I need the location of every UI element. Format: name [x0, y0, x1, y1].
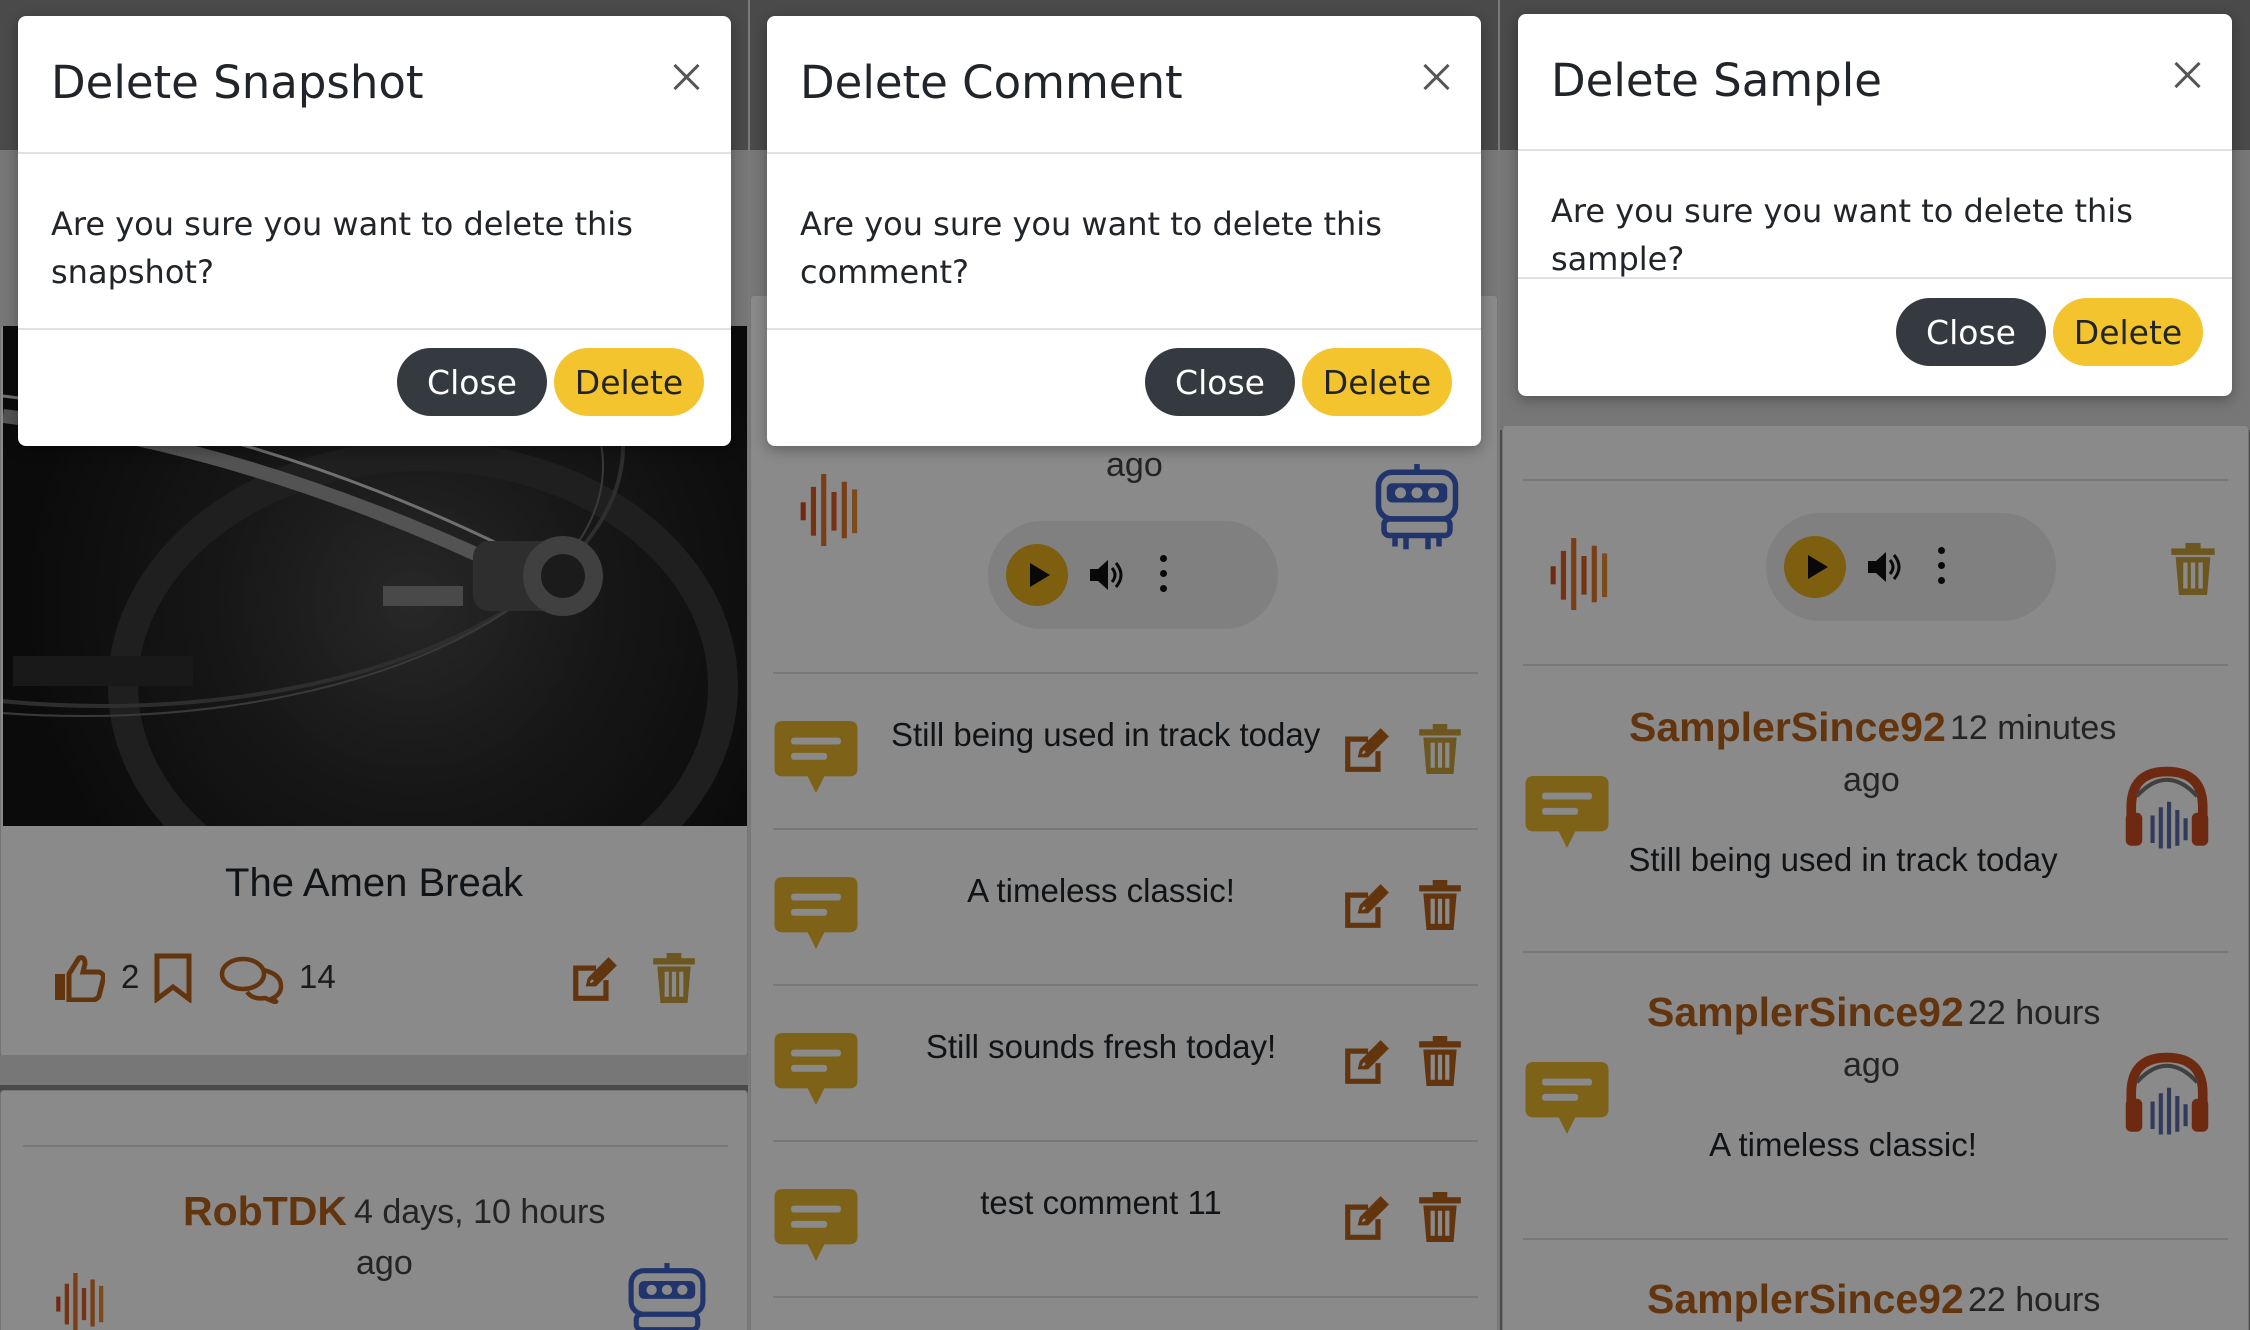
close-icon[interactable]: [1419, 60, 1453, 94]
more-options-icon[interactable]: [1160, 555, 1168, 595]
waveform-icon: [1549, 538, 1619, 610]
divider: [1523, 951, 2228, 953]
delete-button[interactable]: Delete: [554, 348, 704, 416]
comment-text: test comment 11: [980, 1184, 1222, 1221]
comment-count: 14: [299, 958, 336, 995]
delete-button[interactable]: Delete: [2053, 298, 2203, 366]
edit-icon[interactable]: [1341, 880, 1391, 930]
divider: [773, 1296, 1478, 1298]
edit-icon[interactable]: [569, 953, 619, 1003]
comment-bubble-icon: [774, 1033, 858, 1105]
sample-panel: SamplerSince92 12 minutes ago Still bein…: [1500, 0, 2250, 1330]
thumbs-up-icon[interactable]: [53, 954, 105, 1002]
comment-username[interactable]: SamplerSince92: [1647, 1276, 1964, 1323]
comment-time: 12 minutes: [1950, 709, 2117, 747]
headphones-avatar-icon[interactable]: [2123, 766, 2211, 854]
divider: [1523, 664, 2228, 666]
delete-comment-modal: Delete Comment Are you sure you want to …: [767, 16, 1481, 446]
modal-title: Delete Comment: [800, 56, 1183, 109]
modal-header: Delete Comment: [767, 16, 1481, 154]
sample-time-suffix: ago: [356, 1244, 413, 1282]
robot-avatar-icon[interactable]: [621, 1263, 713, 1330]
modal-header: Delete Sample: [1518, 14, 2232, 151]
close-button[interactable]: Close: [1145, 348, 1295, 416]
divider: [773, 984, 1478, 986]
comment-time: 22 hours: [1968, 1281, 2101, 1319]
sample-detail-card: ago Still being used in track today A ti…: [750, 295, 1498, 1330]
close-icon[interactable]: [2170, 58, 2204, 92]
modal-header: Delete Snapshot: [18, 16, 731, 154]
divider: [1523, 479, 2228, 481]
trash-icon[interactable]: [2171, 543, 2215, 595]
comment-username[interactable]: SamplerSince92: [1647, 989, 1964, 1036]
modal-message: Are you sure you want to delete this sam…: [1551, 192, 2133, 278]
snapshot-panel: The Amen Break 2 14 RobTDK 4 days, 10 ho…: [0, 0, 748, 1330]
comment-username[interactable]: SamplerSince92: [1629, 704, 1946, 751]
divider: [773, 1140, 1478, 1142]
trash-icon[interactable]: [1419, 1036, 1461, 1086]
comment-bubble-icon: [1525, 776, 1609, 848]
comment-bubble-icon: [774, 877, 858, 949]
comment-text: Still being used in track today: [1628, 841, 2058, 878]
sample-time-suffix: ago: [1106, 446, 1163, 484]
bookmark-icon[interactable]: [153, 953, 193, 1003]
close-icon[interactable]: [669, 60, 703, 94]
play-button[interactable]: [1784, 536, 1846, 598]
delete-snapshot-modal: Delete Snapshot Are you sure you want to…: [18, 16, 731, 446]
modal-body: Are you sure you want to delete this com…: [767, 152, 1481, 330]
edit-icon[interactable]: [1341, 1036, 1391, 1086]
divider: [773, 828, 1478, 830]
comment-panel: ago Still being used in track today A ti…: [750, 0, 1498, 1330]
delete-button[interactable]: Delete: [1302, 348, 1452, 416]
modal-message: Are you sure you want to delete this com…: [800, 205, 1382, 291]
trash-icon[interactable]: [1419, 1192, 1461, 1242]
comment-text: A timeless classic!: [1709, 1126, 1977, 1163]
edit-icon[interactable]: [1341, 1192, 1391, 1242]
comment-bubble-icon: [774, 721, 858, 793]
sample-time: 4 days, 10 hours: [354, 1193, 606, 1231]
sample-username[interactable]: RobTDK: [183, 1188, 347, 1235]
robot-avatar-icon[interactable]: [1371, 464, 1463, 552]
audio-player: [988, 521, 1278, 629]
comments-icon[interactable]: [219, 956, 285, 1004]
waveform-icon: [799, 474, 869, 546]
comment-text: Still being used in track today: [891, 716, 1321, 753]
more-options-icon[interactable]: [1938, 547, 1946, 587]
comment-text: A timeless classic!: [967, 872, 1235, 909]
volume-icon[interactable]: [1088, 557, 1124, 593]
divider: [23, 1145, 728, 1147]
divider: [773, 672, 1478, 674]
like-count: 2: [121, 958, 140, 995]
comment-time-suffix: ago: [1843, 761, 1900, 799]
modal-title: Delete Snapshot: [51, 56, 424, 109]
modal-body: Are you sure you want to delete this sam…: [1518, 149, 2232, 279]
modal-message: Are you sure you want to delete this sna…: [51, 205, 633, 291]
play-button[interactable]: [1006, 544, 1068, 606]
waveform-icon: [49, 1273, 119, 1330]
trash-icon[interactable]: [1419, 880, 1461, 930]
trash-icon[interactable]: [653, 953, 695, 1003]
trash-icon[interactable]: [1419, 724, 1461, 774]
card-separator: [0, 1055, 748, 1085]
comment-text: Still sounds fresh today!: [925, 1028, 1277, 1065]
divider: [1523, 1238, 2228, 1240]
audio-player: [1766, 513, 2056, 621]
modal-title: Delete Sample: [1551, 54, 1882, 107]
sample-card: RobTDK 4 days, 10 hours ago: [0, 1090, 748, 1330]
close-button[interactable]: Close: [397, 348, 547, 416]
comment-bubble-icon: [774, 1189, 858, 1261]
comment-bubble-icon: [1525, 1062, 1609, 1134]
edit-icon[interactable]: [1341, 724, 1391, 774]
sample-detail-card: SamplerSince92 12 minutes ago Still bein…: [1502, 425, 2249, 1330]
delete-sample-modal: Delete Sample Are you sure you want to d…: [1518, 14, 2232, 396]
volume-icon[interactable]: [1866, 549, 1902, 585]
close-button[interactable]: Close: [1896, 298, 2046, 366]
comment-time: 22 hours: [1968, 994, 2101, 1032]
modal-body: Are you sure you want to delete this sna…: [18, 152, 731, 330]
comment-time-suffix: ago: [1843, 1046, 1900, 1084]
snapshot-title: The Amen Break: [225, 861, 523, 905]
headphones-avatar-icon[interactable]: [2123, 1052, 2211, 1140]
